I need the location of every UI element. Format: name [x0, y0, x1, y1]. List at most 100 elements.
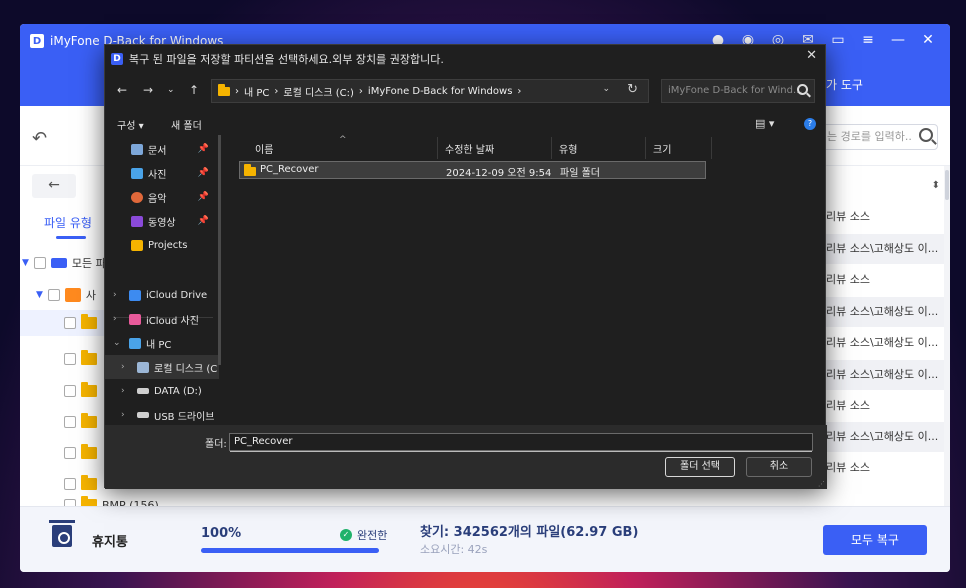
breadcrumb-app-folder[interactable]: iMyFone D-Back for Windows — [368, 86, 512, 97]
tree-row-folder[interactable] — [64, 440, 97, 466]
nav-item-icloud-photos[interactable]: › iCloud 사진 — [105, 307, 219, 331]
column-divider[interactable] — [551, 137, 552, 159]
dialog-close-button[interactable]: ✕ — [806, 48, 817, 63]
checkbox[interactable] — [64, 447, 76, 459]
checkbox[interactable] — [64, 416, 76, 428]
list-item[interactable]: 리뷰 소스\고해상도 이... — [820, 234, 950, 264]
view-options-icon[interactable]: ▤ ▾ — [755, 117, 774, 130]
list-item[interactable]: 리뷰 소스 — [820, 391, 950, 421]
nav-item-local-disk[interactable]: › 로컬 디스크 (C — [105, 355, 219, 379]
column-size[interactable]: 크기 — [653, 141, 671, 156]
folder-picker-dialog: D 복구 된 파일을 저장할 파티션을 선택하세요.외부 장치를 권장합니다. … — [104, 44, 827, 489]
list-item[interactable]: 리뷰 소스 — [820, 202, 950, 232]
tree-label-all: 모든 파 — [71, 257, 106, 270]
expand-icon[interactable]: › — [121, 386, 133, 396]
nav-item-pictures[interactable]: 사진 📌 — [105, 161, 219, 185]
nav-item-music[interactable]: 음악 📌 — [105, 185, 219, 209]
sort-icon[interactable]: ⬍ — [932, 180, 940, 191]
tree-row-folder[interactable] — [20, 310, 108, 336]
nav-scrollbar[interactable] — [218, 135, 221, 365]
refresh-icon[interactable]: ↻ — [627, 82, 638, 97]
recent-dropdown-icon[interactable]: ⌄ — [167, 85, 175, 95]
checkbox[interactable] — [64, 317, 76, 329]
expand-icon[interactable]: ▼ — [22, 258, 29, 268]
checkbox[interactable] — [47, 289, 60, 301]
video-icon — [131, 215, 143, 227]
progress-fill — [201, 548, 379, 553]
search-icon[interactable] — [797, 84, 808, 95]
address-bar[interactable]: › 내 PC › 로컬 디스크 (C:) › iMyFone D-Back fo… — [211, 79, 649, 103]
forward-arrow-icon[interactable]: → — [143, 83, 153, 97]
checkbox[interactable] — [64, 478, 76, 490]
checkbox[interactable] — [64, 353, 76, 365]
checkbox[interactable] — [64, 385, 76, 397]
tree-row-all[interactable]: ▼ 모든 파 — [22, 250, 106, 276]
expand-icon[interactable]: › — [113, 314, 125, 324]
tree-row-photos[interactable]: ▼ 사 — [36, 282, 96, 308]
column-name[interactable]: 이름 — [255, 141, 273, 156]
expand-icon[interactable]: ▼ — [36, 290, 43, 300]
back-button[interactable]: ← — [32, 174, 76, 198]
breadcrumb-my-pc[interactable]: 내 PC — [244, 84, 269, 99]
folder-icon — [81, 475, 97, 490]
trash-icon[interactable] — [49, 520, 75, 547]
new-folder-button[interactable]: 새 폴더 — [171, 117, 202, 132]
chat-icon[interactable]: ▭ — [830, 32, 846, 48]
resize-grip-icon[interactable]: ⋰ — [818, 480, 825, 488]
nav-item-icloud-drive[interactable]: › iCloud Drive — [105, 283, 219, 307]
list-item[interactable]: 리뷰 소스 — [820, 453, 950, 483]
checkbox[interactable] — [33, 257, 46, 269]
usb-drive-icon — [137, 412, 149, 418]
recover-all-button[interactable]: 모두 복구 — [823, 525, 927, 555]
nav-item-documents[interactable]: 문서 📌 — [105, 137, 219, 161]
column-type[interactable]: 유형 — [559, 141, 577, 156]
scrollbar[interactable] — [944, 166, 950, 506]
file-row-selected[interactable]: PC_Recover 2024-12-09 오전 9:54 파일 폴더 — [239, 161, 706, 179]
search-icon[interactable] — [919, 128, 933, 142]
tree-row-folder[interactable] — [64, 409, 97, 435]
undo-icon[interactable]: ↶ — [32, 128, 47, 149]
expand-icon[interactable]: › — [121, 410, 133, 420]
nav-item-projects[interactable]: Projects — [105, 233, 219, 257]
back-arrow-icon[interactable]: ← — [117, 83, 127, 97]
column-divider[interactable] — [437, 137, 438, 159]
dialog-app-logo: D — [111, 53, 123, 65]
tools-link[interactable]: 가 도구 — [826, 76, 863, 93]
path-search-input[interactable]: 는 경로를 입력하.. — [820, 124, 938, 150]
column-modified[interactable]: 수정한 날짜 — [445, 141, 494, 156]
status-badge: ✓ 완전한 — [340, 527, 387, 543]
list-item[interactable]: 리뷰 소스\고해상도 이... — [820, 297, 950, 327]
breadcrumb-local-disk[interactable]: 로컬 디스크 (C:) — [283, 84, 354, 99]
organize-menu[interactable]: 구성 ▾ — [117, 117, 144, 132]
nav-item-my-pc[interactable]: ⌄ 내 PC — [105, 331, 219, 355]
up-arrow-icon[interactable]: ↑ — [189, 83, 199, 97]
nav-item-usb-drive[interactable]: › USB 드라이브 — [105, 403, 219, 425]
file-type: 파일 폴더 — [560, 168, 600, 179]
dialog-search-input[interactable]: iMyFone D-Back for Wind... — [661, 79, 815, 103]
tree-row-folder[interactable] — [64, 378, 97, 404]
column-divider[interactable] — [711, 137, 712, 159]
list-item[interactable]: 리뷰 소스\고해상도 이... — [820, 360, 950, 390]
nav-label: iCloud 사진 — [146, 315, 199, 327]
list-item[interactable]: 리뷰 소스 — [820, 265, 950, 295]
tree-row-folder[interactable] — [64, 346, 97, 372]
list-item[interactable]: 리뷰 소스\고해상도 이... — [820, 422, 950, 452]
folder-name-input[interactable]: PC_Recover — [229, 433, 813, 452]
address-dropdown-icon[interactable]: ⌄ — [602, 84, 610, 94]
trash-label[interactable]: 휴지통 — [92, 531, 128, 550]
expand-icon[interactable]: › — [121, 362, 133, 372]
expand-icon[interactable]: › — [113, 290, 125, 300]
select-folder-button[interactable]: 폴더 선택 — [665, 457, 735, 477]
menu-icon[interactable]: ≡ — [860, 32, 876, 48]
nav-item-data-drive[interactable]: › DATA (D:) — [105, 379, 219, 403]
list-item[interactable]: 리뷰 소스\고해상도 이... — [820, 328, 950, 358]
cancel-button[interactable]: 취소 — [746, 457, 812, 477]
column-divider[interactable] — [645, 137, 646, 159]
tab-file-type[interactable]: 파일 유형 — [44, 214, 92, 231]
collapse-icon[interactable]: ⌄ — [113, 338, 125, 348]
close-icon[interactable]: ✕ — [920, 32, 936, 48]
help-icon[interactable]: ? — [804, 118, 816, 130]
computer-icon — [129, 337, 141, 349]
nav-item-videos[interactable]: 동영상 📌 — [105, 209, 219, 233]
minimize-icon[interactable]: — — [890, 32, 906, 48]
